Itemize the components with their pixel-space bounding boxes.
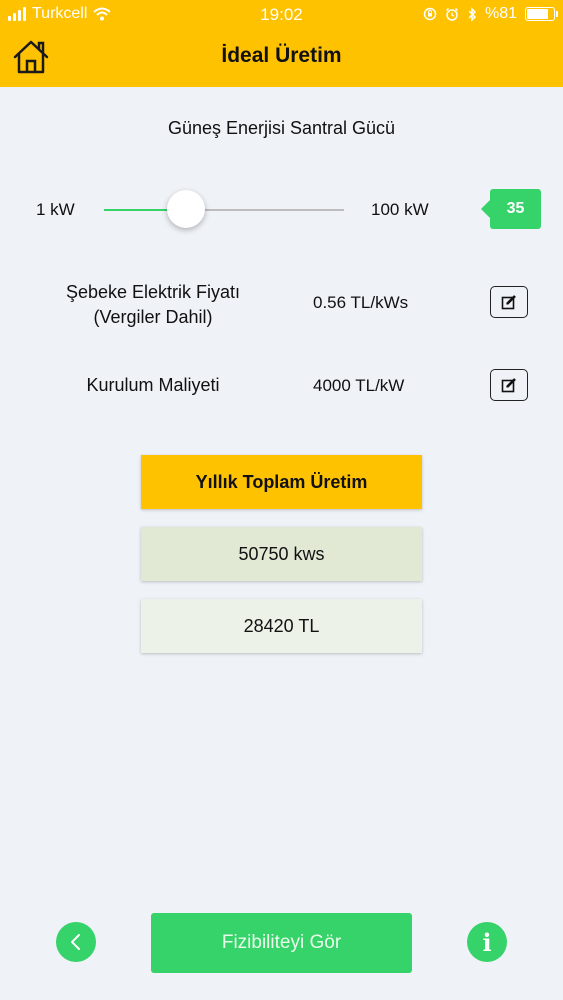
status-right: %81 <box>423 5 558 23</box>
power-value-badge: 35 <box>481 189 541 229</box>
bluetooth-icon <box>468 6 477 22</box>
production-value-card: 50750 kws <box>141 527 422 581</box>
alarm-icon <box>445 7 458 21</box>
amount-value-card: 28420 TL <box>141 599 422 653</box>
view-feasibility-button[interactable]: Fizibiliteyi Gör <box>151 913 412 973</box>
power-value-text: 35 <box>506 200 525 217</box>
status-bar: Turkcell 19:02 %81 <box>0 0 563 30</box>
info-button[interactable]: i <box>467 922 507 962</box>
power-section-title: Güneş Enerjisi Santral Gücü <box>167 118 396 138</box>
electricity-price-label-line2: (Vergiler Dahil) <box>93 307 213 327</box>
edit-installation-cost-button[interactable] <box>490 369 528 401</box>
amount-value: 28420 TL <box>243 615 320 636</box>
edit-icon <box>501 295 516 310</box>
edit-electricity-price-button[interactable] <box>490 286 528 318</box>
production-value: 50750 kws <box>238 543 325 564</box>
installation-cost-label: Kurulum Maliyeti <box>86 375 220 395</box>
info-icon: i <box>482 927 492 957</box>
edit-icon <box>501 378 516 393</box>
electricity-price-value: 0.56 TL/kWs <box>313 293 409 312</box>
battery-icon <box>525 7 558 21</box>
power-slider[interactable] <box>104 190 344 228</box>
page-title: İdeal Üretim <box>221 44 342 67</box>
battery-percent: %81 <box>484 5 517 22</box>
back-button[interactable] <box>56 922 96 962</box>
annual-production-title: Yıllık Toplam Üretim <box>195 471 368 492</box>
installation-cost-value: 4000 TL/kW <box>313 376 405 395</box>
orientation-lock-icon <box>423 7 437 21</box>
slider-thumb[interactable] <box>167 190 206 228</box>
slider-max-label: 100 kW <box>371 200 429 219</box>
chevron-left-icon <box>71 934 80 950</box>
battery-level <box>527 9 548 19</box>
annual-production-header: Yıllık Toplam Üretim <box>141 455 422 509</box>
electricity-price-label: Şebeke Elektrik Fiyatı (Vergiler Dahil) <box>28 280 278 330</box>
electricity-price-label-line1: Şebeke Elektrik Fiyatı <box>65 282 241 302</box>
view-feasibility-label: Fizibiliteyi Gör <box>221 932 342 953</box>
nav-header: İdeal Üretim <box>0 30 563 87</box>
slider-min-label: 1 kW <box>36 200 75 219</box>
